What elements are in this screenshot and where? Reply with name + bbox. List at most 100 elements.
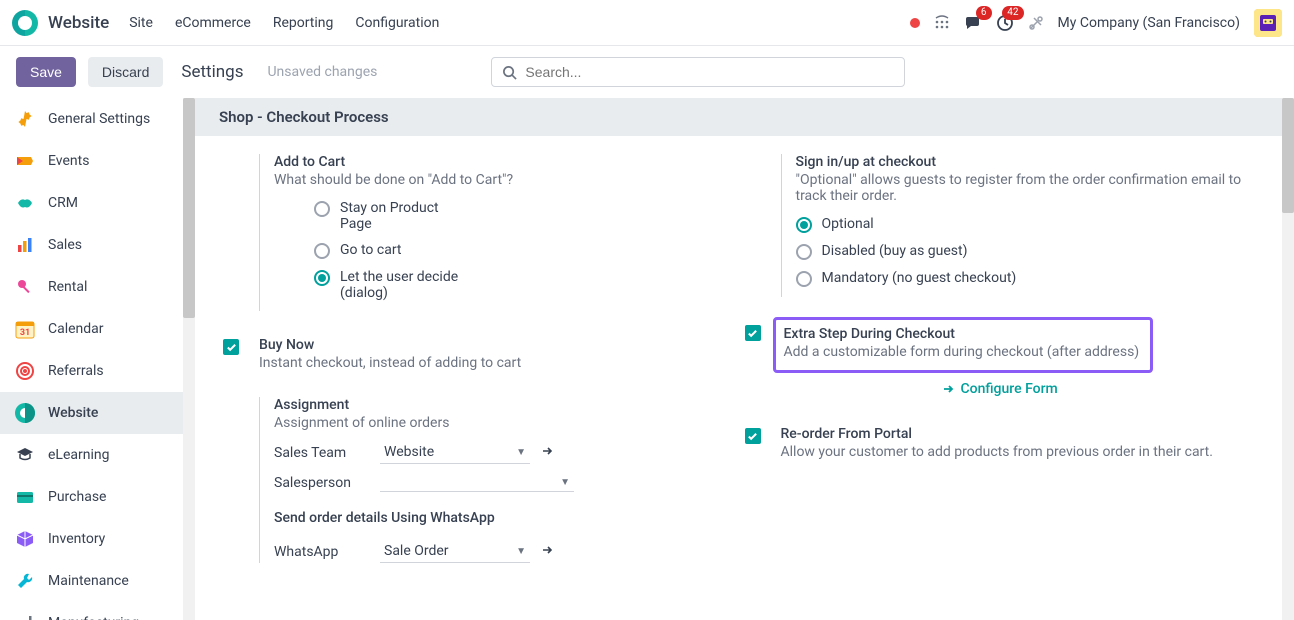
globe-icon [14, 402, 36, 424]
setting-extra-step: Extra Step During Checkout Add a customi… [745, 323, 1267, 400]
whatsapp-external-link-icon[interactable] [540, 543, 554, 561]
configure-form-label: Configure Form [961, 381, 1058, 397]
sidebar-item-website[interactable]: Website [0, 392, 195, 434]
sales-team-select[interactable]: Website ▼ [380, 441, 530, 464]
activities-icon[interactable]: 42 [996, 14, 1014, 32]
sidebar-item-general-settings[interactable]: General Settings [0, 98, 195, 140]
radio-icon [796, 217, 812, 233]
setting-title: Extra Step During Checkout [784, 326, 1142, 342]
radio-option[interactable]: Mandatory (no guest checkout) [796, 270, 1267, 287]
radio-icon [796, 244, 812, 260]
key-icon [14, 276, 36, 298]
radio-option[interactable]: Optional [796, 216, 1267, 233]
calendar-icon: 31 [14, 318, 36, 340]
sidebar-item-rental[interactable]: Rental [0, 266, 195, 308]
radio-option[interactable]: Go to cart [314, 242, 745, 259]
sidebar-item-events[interactable]: Events [0, 140, 195, 182]
setting-desc: Add a customizable form during checkout … [784, 344, 1142, 360]
factory-icon [14, 612, 36, 620]
menu-configuration[interactable]: Configuration [355, 15, 439, 31]
setting-desc: Instant checkout, instead of adding to c… [259, 355, 745, 371]
card-icon [14, 486, 36, 508]
arrow-right-icon [941, 382, 955, 396]
setting-signin: Sign in/up at checkout "Optional" allows… [745, 154, 1267, 297]
discard-button[interactable]: Discard [88, 57, 163, 87]
radio-label: Optional [822, 216, 874, 232]
control-bar: Save Discard Settings Unsaved changes [0, 46, 1294, 98]
sidebar-item-crm[interactable]: CRM [0, 182, 195, 224]
sidebar-item-inventory[interactable]: Inventory [0, 518, 195, 560]
radio-option[interactable]: Disabled (buy as guest) [796, 243, 1267, 260]
setting-add-to-cart: Add to Cart What should be done on "Add … [223, 154, 745, 311]
configure-form-link[interactable]: Configure Form [941, 381, 1058, 397]
brand-title[interactable]: Website [48, 13, 109, 33]
sidebar-item-label: eLearning [48, 447, 109, 463]
radio-icon [314, 201, 330, 217]
avatar[interactable] [1254, 9, 1282, 37]
sidebar-item-label: CRM [48, 195, 78, 211]
setting-assignment: Assignment Assignment of online orders S… [223, 397, 745, 563]
sidebar-item-referrals[interactable]: Referrals [0, 350, 195, 392]
sidebar-item-maintenance[interactable]: Maintenance [0, 560, 195, 602]
sidebar-item-manufacturing[interactable]: Manufacturing [0, 602, 195, 620]
messages-icon[interactable]: 6 [964, 14, 982, 32]
sidebar-item-sales[interactable]: Sales [0, 224, 195, 266]
search-box[interactable] [491, 57, 905, 87]
sidebar-item-label: Referrals [48, 363, 104, 379]
reorder-checkbox[interactable] [745, 428, 761, 444]
activities-badge: 42 [1002, 6, 1023, 20]
chevron-down-icon: ▼ [560, 477, 570, 488]
sidebar-item-purchase[interactable]: Purchase [0, 476, 195, 518]
save-button[interactable]: Save [16, 57, 76, 87]
radio-option[interactable]: Stay on Product Page [314, 200, 745, 232]
radio-option[interactable]: Let the user decide (dialog) [314, 269, 745, 301]
sidebar: General Settings Events CRM Sales Rental 31Ca… [0, 98, 195, 620]
sales-team-external-link-icon[interactable] [540, 444, 554, 462]
setting-buy-now: Buy Now Instant checkout, instead of add… [223, 337, 745, 371]
setting-title: Sign in/up at checkout [796, 154, 1267, 170]
sidebar-item-label: Website [48, 405, 98, 421]
section-header: Shop - Checkout Process [195, 98, 1294, 136]
extra-step-checkbox[interactable] [745, 325, 761, 341]
sidebar-item-label: Maintenance [48, 573, 129, 589]
sidebar-item-label: Rental [48, 279, 87, 295]
buy-now-checkbox[interactable] [223, 339, 239, 355]
search-input[interactable] [525, 64, 894, 80]
dialpad-icon[interactable] [934, 15, 950, 31]
menu-site[interactable]: Site [129, 15, 153, 31]
brand-logo[interactable] [12, 10, 38, 36]
tools-icon[interactable] [1028, 15, 1044, 31]
setting-desc: What should be done on "Add to Cart"? [274, 172, 745, 188]
gear-icon [14, 108, 36, 130]
sidebar-item-label: Purchase [48, 489, 106, 505]
whatsapp-value: Sale Order [384, 543, 449, 559]
settings-right-column: Sign in/up at checkout "Optional" allows… [745, 154, 1267, 589]
messages-badge: 6 [976, 6, 992, 20]
recording-dot-icon [910, 18, 920, 28]
sales-team-label: Sales Team [274, 445, 380, 461]
sidebar-item-elearning[interactable]: eLearning [0, 434, 195, 476]
grad-icon [14, 444, 36, 466]
sidebar-item-calendar[interactable]: 31Calendar [0, 308, 195, 350]
sidebar-scrollbar[interactable] [183, 98, 195, 620]
setting-desc: Allow your customer to add products from… [781, 444, 1267, 460]
page-title: Settings [181, 62, 243, 82]
settings-left-column: Add to Cart What should be done on "Add … [223, 154, 745, 589]
sidebar-item-label: General Settings [48, 111, 150, 127]
setting-title: Buy Now [259, 337, 745, 353]
company-name[interactable]: My Company (San Francisco) [1058, 15, 1240, 31]
content: Shop - Checkout Process Add to Cart What… [195, 98, 1294, 620]
setting-desc: Assignment of online orders [274, 415, 745, 431]
svg-text:31: 31 [20, 328, 30, 338]
extra-step-highlight: Extra Step During Checkout Add a customi… [773, 317, 1153, 373]
setting-desc: "Optional" allows guests to register fro… [796, 172, 1267, 204]
topnav-right: 6 42 My Company (San Francisco) [910, 9, 1282, 37]
whatsapp-select[interactable]: Sale Order ▼ [380, 540, 530, 563]
salesperson-select[interactable]: ▼ [380, 474, 574, 492]
menu-reporting[interactable]: Reporting [273, 15, 334, 31]
setting-title: Send order details Using WhatsApp [274, 510, 745, 526]
content-scrollbar[interactable] [1282, 98, 1294, 620]
setting-title: Add to Cart [274, 154, 745, 170]
salesperson-label: Salesperson [274, 475, 380, 491]
menu-ecommerce[interactable]: eCommerce [175, 15, 251, 31]
